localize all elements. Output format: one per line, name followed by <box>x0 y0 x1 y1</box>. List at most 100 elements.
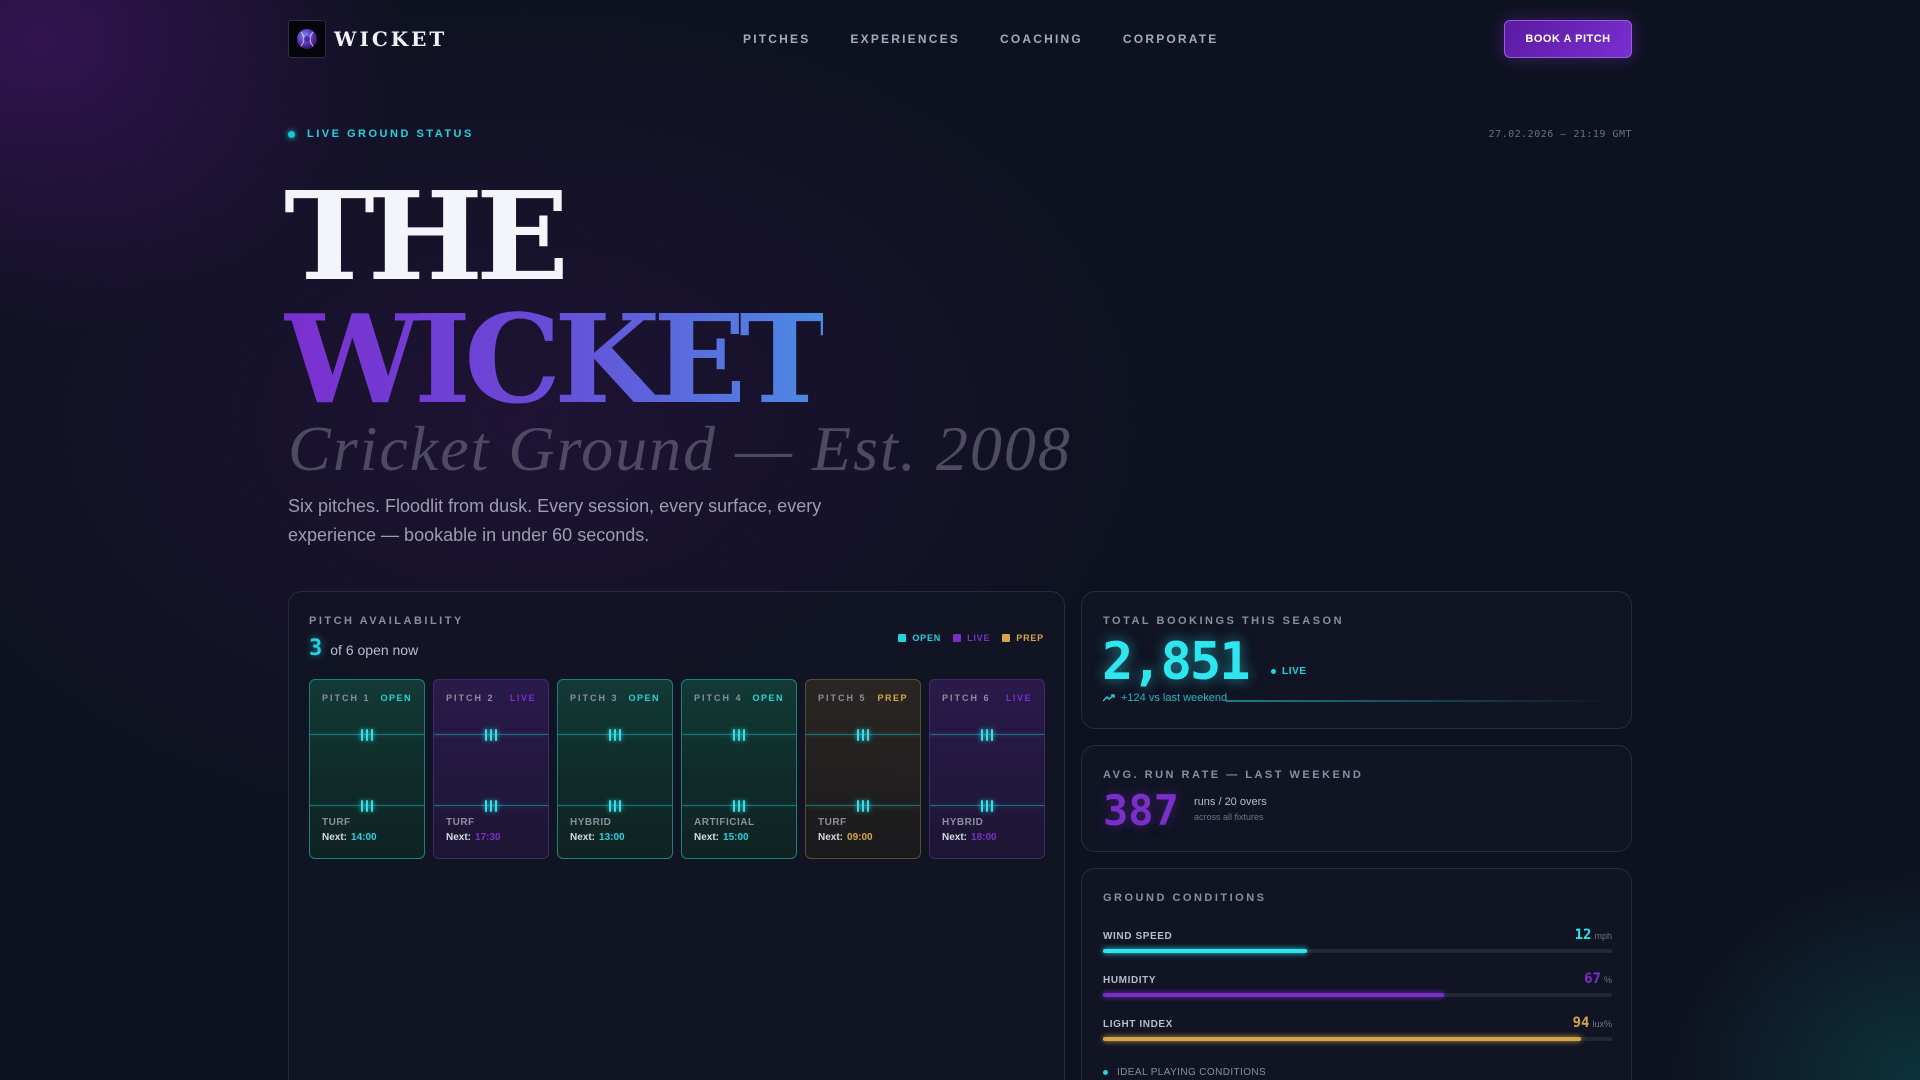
stump <box>981 729 983 741</box>
open-count-suffix: of 6 open now <box>330 642 419 658</box>
availability-legend: OPEN LIVE PREP <box>898 633 1044 643</box>
metric-unit: % <box>1603 975 1612 985</box>
total-bookings-card: TOTAL BOOKINGS THIS SEASON 2,851 LIVE +1… <box>1081 591 1632 729</box>
pitch-next-slot: Next: 14:00 <box>322 832 377 843</box>
pitch-name: PITCH 6 <box>942 693 991 703</box>
pitch-name: PITCH 3 <box>570 693 619 703</box>
pitch-name: PITCH 5 <box>818 693 867 703</box>
metric-bar-track <box>1103 949 1612 953</box>
stumps-icon <box>361 800 373 812</box>
pitch-surface: TURF <box>322 817 351 828</box>
metric-bar-track <box>1103 1037 1612 1041</box>
stump <box>371 800 373 812</box>
stump <box>862 800 864 812</box>
metric-number: 94 <box>1572 1015 1590 1031</box>
stumps-icon <box>857 729 869 741</box>
run-rate-card: AVG. RUN RATE — LAST WEEKEND 387 runs / … <box>1081 745 1632 852</box>
pitch-next-slot: Next: 13:00 <box>570 832 625 843</box>
pitch-availability-card: PITCH AVAILABILITY 3 of 6 open now OPEN … <box>288 591 1065 1080</box>
nav-links: PITCHES EXPERIENCES COACHING CORPORATE <box>743 32 1219 46</box>
brand-name: WICKET <box>334 27 448 51</box>
pitch-status-badge: LIVE <box>1005 693 1032 703</box>
live-status: LIVE GROUND STATUS <box>288 128 474 140</box>
pitch-surface: ARTIFICIAL <box>694 817 755 828</box>
pitch-next-time: 09:00 <box>847 832 873 843</box>
run-rate-unit: runs / 20 overs <box>1194 796 1267 808</box>
stump <box>857 800 859 812</box>
stump <box>366 800 368 812</box>
stump <box>495 729 497 741</box>
ground-conditions-label: GROUND CONDITIONS <box>1103 892 1267 904</box>
condition-metric: HUMIDITY 67% <box>1103 971 1612 1001</box>
pitch-next-label: Next: <box>818 832 844 843</box>
pitch-status-badge: OPEN <box>628 693 660 703</box>
stumps-icon <box>981 800 993 812</box>
pitch-next-time: 13:00 <box>599 832 625 843</box>
conditions-footer: IDEAL PLAYING CONDITIONS <box>1103 1067 1266 1078</box>
stump <box>986 800 988 812</box>
pitch-next-label: Next: <box>446 832 472 843</box>
pitch-name: PITCH 2 <box>446 693 495 703</box>
pitch-availability-label: PITCH AVAILABILITY <box>309 615 464 627</box>
pitch-next-time: 15:00 <box>723 832 749 843</box>
stump <box>609 729 611 741</box>
legend-open: OPEN <box>898 633 941 643</box>
pitch-card[interactable]: PITCH 3 OPEN HYBRID Next: 13:00 <box>557 679 673 859</box>
stump <box>857 729 859 741</box>
run-rate-value: 387 <box>1103 786 1179 835</box>
ground-conditions-card: GROUND CONDITIONS WIND SPEED 12 mph HUMIDIT… <box>1081 868 1632 1080</box>
condition-metric: LIGHT INDEX 94 lux% <box>1103 1015 1612 1045</box>
metric-unit: mph <box>1594 931 1612 941</box>
bookings-live-badge: LIVE <box>1271 666 1307 677</box>
legend-live-label: LIVE <box>967 633 991 643</box>
pitch-card[interactable]: PITCH 5 PREP TURF Next: 09:00 <box>805 679 921 859</box>
nav-link-corporate[interactable]: CORPORATE <box>1123 32 1219 46</box>
metric-name: WIND SPEED <box>1103 931 1173 942</box>
stump <box>733 729 735 741</box>
stump <box>991 800 993 812</box>
metric-value: 94 lux% <box>1573 1015 1612 1031</box>
stumps-icon <box>733 800 745 812</box>
pitch-card[interactable]: PITCH 2 LIVE TURF Next: 17:30 <box>433 679 549 859</box>
stumps-icon <box>609 729 621 741</box>
pitch-card[interactable]: PITCH 4 OPEN ARTIFICIAL Next: 15:00 <box>681 679 797 859</box>
pitch-name: PITCH 4 <box>694 693 743 703</box>
pitch-next-time: 17:30 <box>475 832 501 843</box>
pitch-grid: PITCH 1 OPEN TURF Next: 14:00 PITCH 2 LIVE TURF… <box>309 679 1045 859</box>
pitch-card-header: PITCH 2 LIVE <box>446 693 536 703</box>
pitch-next-slot: Next: 17:30 <box>446 832 501 843</box>
legend-live: LIVE <box>953 633 990 643</box>
timestamp: 27.02.2026 — 21:19 GMT <box>1488 129 1632 140</box>
trend-up-icon <box>1103 694 1115 702</box>
pitch-card[interactable]: PITCH 1 OPEN TURF Next: 14:00 <box>309 679 425 859</box>
total-bookings-label: TOTAL BOOKINGS THIS SEASON <box>1103 615 1345 627</box>
status-dot-icon <box>1103 1070 1108 1075</box>
metric-value: 12 mph <box>1575 927 1612 943</box>
cricket-ball-logo-icon <box>288 20 326 58</box>
stump <box>867 729 869 741</box>
pitch-surface: TURF <box>446 817 475 828</box>
brand[interactable]: WICKET <box>288 20 447 58</box>
stumps-icon <box>485 729 497 741</box>
open-count-number: 3 <box>309 636 323 661</box>
live-dot-icon <box>1271 669 1276 674</box>
stumps-icon <box>733 729 745 741</box>
legend-prep-label: PREP <box>1016 633 1044 643</box>
nav-link-coaching[interactable]: COACHING <box>1000 32 1083 46</box>
pitch-next-label: Next: <box>322 832 348 843</box>
stump <box>495 800 497 812</box>
stumps-icon <box>981 729 993 741</box>
conditions-footer-text: IDEAL PLAYING CONDITIONS <box>1117 1067 1267 1078</box>
nav-link-experiences[interactable]: EXPERIENCES <box>850 32 960 46</box>
pitch-surface: HYBRID <box>942 817 984 828</box>
stumps-icon <box>485 800 497 812</box>
pitch-card[interactable]: PITCH 6 LIVE HYBRID Next: 18:00 <box>929 679 1045 859</box>
stumps-icon <box>857 800 869 812</box>
stumps-icon <box>609 800 621 812</box>
pitch-card-header: PITCH 1 OPEN <box>322 693 412 703</box>
book-a-pitch-button[interactable]: BOOK A PITCH <box>1504 20 1632 58</box>
hero-title-line-1: THE <box>284 164 569 308</box>
live-status-label: LIVE GROUND STATUS <box>307 128 474 140</box>
nav-link-pitches[interactable]: PITCHES <box>743 32 810 46</box>
legend-prep: PREP <box>1002 633 1044 643</box>
